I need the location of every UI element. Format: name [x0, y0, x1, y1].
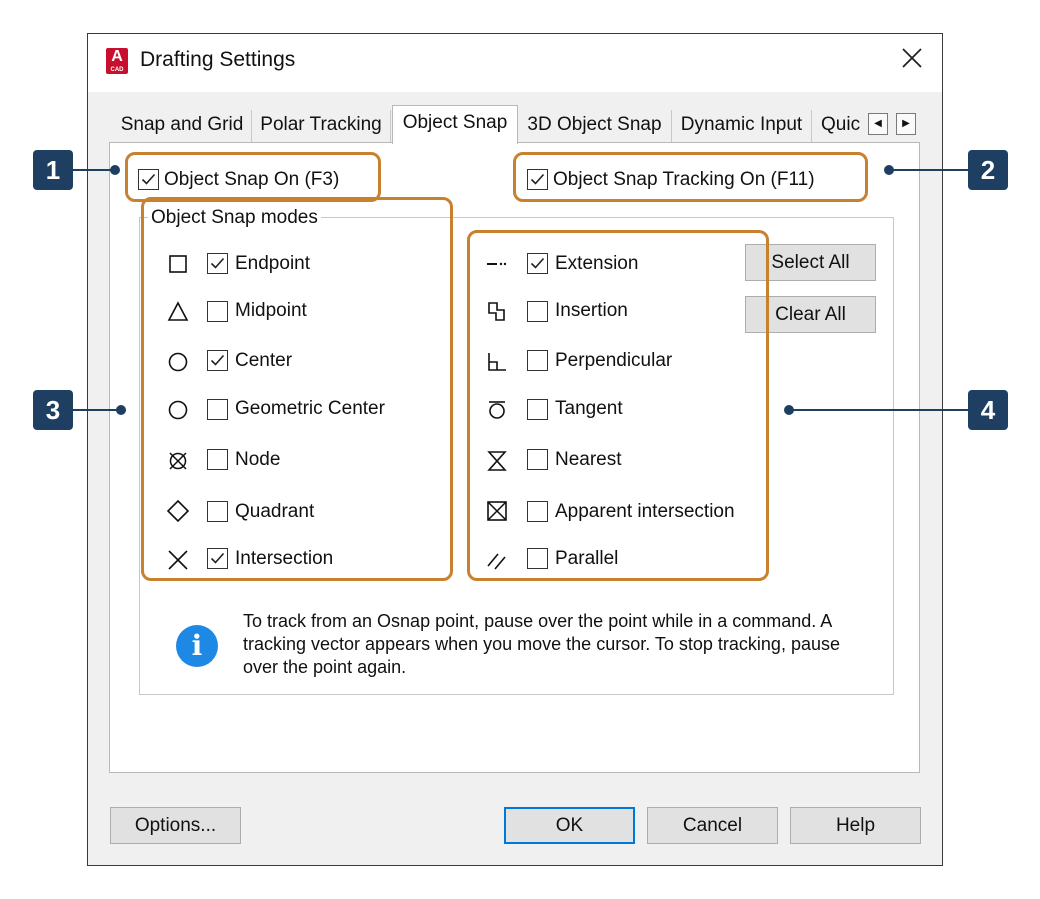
object-snap-on-label: Object Snap On (F3) — [164, 169, 340, 190]
quadrant-diamond-icon — [166, 499, 190, 523]
extension-label: Extension — [555, 253, 639, 274]
leader-dot-2 — [884, 165, 894, 175]
object-snap-tracking-on-label: Object Snap Tracking On (F11) — [553, 169, 815, 190]
tab-dynamic-input[interactable]: Dynamic Input — [672, 110, 812, 143]
center-checkbox[interactable] — [207, 350, 228, 371]
ok-button[interactable]: OK — [504, 807, 635, 844]
info-text: To track from an Osnap point, pause over… — [243, 611, 840, 677]
tangent-checkbox[interactable] — [527, 399, 548, 420]
object-snap-on-checkbox[interactable] — [138, 169, 159, 190]
midpoint-checkbox[interactable] — [207, 301, 228, 322]
apparent-intersection-label: Apparent intersection — [555, 501, 735, 522]
extension-icon — [485, 252, 509, 276]
object-snap-tracking-on-checkbox[interactable] — [527, 169, 548, 190]
nearest-icon — [485, 449, 509, 473]
insertion-icon — [485, 300, 509, 324]
info-icon: i — [176, 625, 218, 667]
perpendicular-icon — [485, 350, 509, 374]
center-label: Center — [235, 350, 293, 371]
midpoint-label: Midpoint — [235, 300, 307, 321]
callout-1: 1 — [33, 150, 73, 190]
tangent-label: Tangent — [555, 398, 623, 419]
app-icon-letter: A — [111, 48, 123, 65]
tab-object-snap[interactable]: Object Snap — [392, 105, 518, 144]
insertion-checkbox[interactable] — [527, 301, 548, 322]
endpoint-square-icon — [166, 252, 190, 276]
leader-dot-3 — [116, 405, 126, 415]
tab-scroll-right-icon[interactable]: ▶ — [896, 113, 916, 135]
intersection-label: Intersection — [235, 548, 334, 569]
center-circle-icon — [166, 350, 190, 374]
object-snap-modes-title: Object Snap modes — [148, 207, 321, 229]
title-bar: A CAD Drafting Settings — [88, 34, 942, 92]
leader-4 — [792, 409, 968, 411]
parallel-checkbox[interactable] — [527, 548, 548, 569]
endpoint-label: Endpoint — [235, 253, 311, 274]
perpendicular-label: Perpendicular — [555, 350, 673, 371]
apparent-intersection-checkbox[interactable] — [527, 501, 548, 522]
intersection-x-icon — [166, 548, 190, 572]
callout-3: 3 — [33, 390, 73, 430]
help-button[interactable]: Help — [790, 807, 921, 844]
tab-polar-tracking[interactable]: Polar Tracking — [252, 110, 391, 143]
node-checkbox[interactable] — [207, 449, 228, 470]
leader-2 — [892, 169, 968, 171]
app-icon-sub: CAD — [110, 67, 124, 73]
nearest-label: Nearest — [555, 449, 622, 470]
tangent-icon — [485, 398, 509, 422]
leader-3 — [73, 409, 118, 411]
quadrant-checkbox[interactable] — [207, 501, 228, 522]
dialog-title: Drafting Settings — [140, 48, 296, 71]
geometric-center-icon — [166, 398, 190, 422]
cancel-button[interactable]: Cancel — [647, 807, 778, 844]
clear-all-button[interactable]: Clear All — [745, 296, 876, 333]
intersection-checkbox[interactable] — [207, 548, 228, 569]
close-icon[interactable] — [900, 46, 924, 70]
node-label: Node — [235, 449, 281, 470]
tab-quick-properties[interactable]: Quic — [813, 110, 867, 143]
quadrant-label: Quadrant — [235, 501, 315, 522]
tab-scroll-left-icon[interactable]: ◀ — [868, 113, 888, 135]
parallel-icon — [485, 548, 509, 572]
geometric-center-label: Geometric Center — [235, 398, 385, 419]
insertion-label: Insertion — [555, 300, 628, 321]
select-all-button[interactable]: Select All — [745, 244, 876, 281]
node-icon — [166, 449, 190, 473]
tab-snap-and-grid[interactable]: Snap and Grid — [113, 110, 252, 143]
apparent-intersection-icon — [485, 499, 509, 523]
autocad-app-icon: A CAD — [106, 48, 128, 74]
geometric-center-checkbox[interactable] — [207, 399, 228, 420]
leader-dot-1 — [110, 165, 120, 175]
leader-1 — [73, 169, 111, 171]
options-button[interactable]: Options... — [110, 807, 241, 844]
parallel-label: Parallel — [555, 548, 619, 569]
callout-2: 2 — [968, 150, 1008, 190]
perpendicular-checkbox[interactable] — [527, 350, 548, 371]
tab-3d-object-snap[interactable]: 3D Object Snap — [518, 110, 672, 143]
endpoint-checkbox[interactable] — [207, 253, 228, 274]
extension-checkbox[interactable] — [527, 253, 548, 274]
nearest-checkbox[interactable] — [527, 449, 548, 470]
callout-4: 4 — [968, 390, 1008, 430]
leader-dot-4 — [784, 405, 794, 415]
midpoint-triangle-icon — [166, 300, 190, 324]
